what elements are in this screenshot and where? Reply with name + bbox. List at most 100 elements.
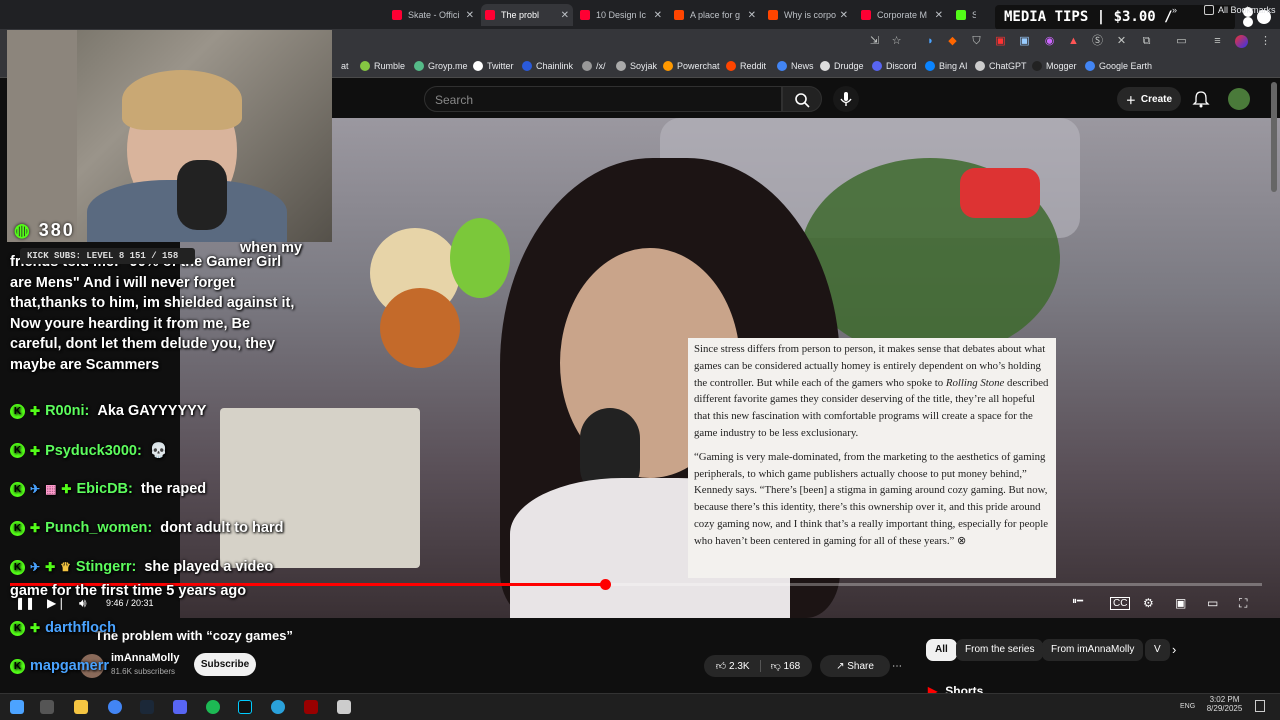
- chat-username[interactable]: Stingerr:: [76, 559, 136, 575]
- share-button[interactable]: ↗ Share: [820, 655, 890, 677]
- task-view-icon[interactable]: [40, 700, 54, 714]
- browser-tab[interactable]: The probl ✕: [481, 4, 573, 26]
- chat-message: K ✈ ▦ ✚ EbicDB: the raped: [10, 481, 206, 497]
- telegram-icon[interactable]: [271, 700, 285, 714]
- dislike-button[interactable]: 👎︎ 168: [761, 660, 801, 672]
- chat-username[interactable]: EbicDB:: [76, 481, 132, 497]
- language-indicator[interactable]: ENG: [1180, 703, 1195, 710]
- browser-tab[interactable]: Skate - Offici ✕: [388, 4, 478, 26]
- page-scrollbar[interactable]: [1271, 82, 1277, 192]
- bookmark-item[interactable]: Soyjak: [616, 61, 657, 71]
- bookmark-label: Discord: [886, 61, 917, 71]
- install-icon[interactable]: ⇲: [868, 35, 881, 48]
- chat-text-line: that,thanks to him, im shielded against …: [10, 295, 295, 311]
- voice-search-button[interactable]: [833, 86, 859, 112]
- chat-badge-icon: ✚: [61, 482, 72, 496]
- extension-icon[interactable]: Ⓢ: [1091, 35, 1104, 48]
- captions-icon[interactable]: CC: [1110, 597, 1131, 610]
- bookmark-item[interactable]: Discord: [872, 61, 917, 71]
- bookmark-item[interactable]: Chainlink: [522, 61, 573, 71]
- chrome-icon[interactable]: [108, 700, 122, 714]
- filter-chip[interactable]: All: [926, 639, 957, 661]
- extension-icon[interactable]: ▲: [1067, 35, 1080, 48]
- taskbar-clock[interactable]: 3:02 PM 8/29/2025: [1202, 695, 1247, 713]
- theater-mode-icon[interactable]: ▭: [1207, 596, 1218, 610]
- filter-chip[interactable]: From imAnnaMolly: [1042, 639, 1144, 661]
- extension-icon[interactable]: ⛉: [970, 35, 983, 48]
- spotify-icon[interactable]: [206, 700, 220, 714]
- bookmarks-overflow-icon[interactable]: »: [1172, 5, 1177, 15]
- bookmark-item[interactable]: Bing AI: [925, 61, 968, 71]
- dislike-count: 168: [783, 661, 801, 672]
- notifications-bell-icon[interactable]: [1192, 90, 1210, 108]
- bookmark-item[interactable]: Mogger: [1032, 61, 1077, 71]
- search-input[interactable]: Search: [424, 86, 782, 112]
- discord-icon[interactable]: [173, 700, 187, 714]
- tab-close-icon[interactable]: ✕: [935, 10, 943, 21]
- tab-close-icon[interactable]: ✕: [654, 10, 662, 21]
- miniplayer-icon[interactable]: ▣: [1175, 596, 1186, 610]
- browser-tab[interactable]: Why is corpo ✕: [764, 4, 852, 26]
- tab-close-icon[interactable]: ✕: [840, 10, 848, 21]
- app-icon[interactable]: [238, 700, 252, 714]
- more-actions-icon[interactable]: ⋯: [886, 655, 908, 677]
- bookmark-item[interactable]: Drudge: [820, 61, 864, 71]
- file-explorer-icon[interactable]: [74, 700, 88, 714]
- side-panel-icon[interactable]: ▭: [1175, 35, 1188, 48]
- autoplay-toggle[interactable]: ⏸︎━: [1072, 596, 1083, 607]
- extension-icon[interactable]: ◆: [946, 35, 959, 48]
- chat-username[interactable]: darthfloch: [45, 620, 116, 636]
- bookmark-item[interactable]: Reddit: [726, 61, 766, 71]
- chat-message: K ✚ Punch_women: dont adult to hard: [10, 520, 283, 536]
- bookmark-item[interactable]: News: [777, 61, 814, 71]
- x-icon[interactable]: ✕: [1115, 35, 1128, 48]
- chat-username[interactable]: Punch_women:: [45, 520, 152, 536]
- tab-close-icon[interactable]: ✕: [466, 10, 474, 21]
- all-bookmarks-link[interactable]: All Bookmarks: [1204, 5, 1276, 15]
- bookmark-item[interactable]: Google Earth: [1085, 61, 1152, 71]
- notification-center-icon[interactable]: [1255, 700, 1265, 712]
- extension-icon[interactable]: ◗: [924, 35, 937, 48]
- bookmark-item[interactable]: Rumble: [360, 61, 405, 71]
- account-avatar[interactable]: [1228, 88, 1250, 110]
- app-icon[interactable]: [337, 700, 351, 714]
- extension-icon[interactable]: ◉: [1043, 35, 1056, 48]
- article-screenshot: Since stress differs from person to pers…: [688, 338, 1056, 578]
- tab-close-icon[interactable]: ✕: [748, 10, 756, 21]
- fullscreen-icon[interactable]: ⛶: [1239, 596, 1247, 611]
- extensions-puzzle-icon[interactable]: ⧉: [1140, 35, 1153, 48]
- bookmark-item[interactable]: Groyp.me: [414, 61, 468, 71]
- browser-tab[interactable]: S: [952, 4, 976, 26]
- chat-username[interactable]: mapgamerr: [30, 658, 109, 674]
- bookmark-item[interactable]: Powerchat: [663, 61, 720, 71]
- profile-avatar[interactable]: [1235, 35, 1248, 48]
- extension-icon[interactable]: ▣: [994, 35, 1007, 48]
- create-label: Create: [1140, 93, 1173, 105]
- tab-close-icon[interactable]: ✕: [561, 10, 569, 21]
- like-button[interactable]: 👍︎ 2.3K: [716, 660, 761, 672]
- steam-icon[interactable]: [140, 700, 154, 714]
- bookmark-item[interactable]: Twitter: [473, 61, 514, 71]
- filter-chip[interactable]: V: [1145, 639, 1170, 661]
- chips-next-icon[interactable]: ›: [1172, 642, 1176, 657]
- app-icon[interactable]: [304, 700, 318, 714]
- bookmark-item[interactable]: at: [341, 61, 349, 71]
- chat-username[interactable]: Psyduck3000:: [45, 443, 142, 459]
- bookmark-item[interactable]: ChatGPT: [975, 61, 1027, 71]
- menu-kebab-icon[interactable]: ⋮: [1259, 35, 1272, 48]
- bookmark-star-icon[interactable]: ☆: [890, 35, 903, 48]
- chat-username[interactable]: R00ni:: [45, 403, 89, 419]
- browser-tab[interactable]: Corporate M ✕: [857, 4, 947, 26]
- extension-icon[interactable]: ▣: [1018, 35, 1031, 48]
- create-button[interactable]: ＋ Create: [1117, 87, 1181, 111]
- settings-gear-icon[interactable]: ⚙: [1143, 596, 1154, 610]
- start-windows-icon[interactable]: [10, 700, 24, 714]
- bookmark-item[interactable]: /x/: [582, 61, 606, 71]
- filter-chip[interactable]: From the series: [956, 639, 1044, 661]
- chat-message: K ✚ R00ni: Aka GAYYYYYY: [10, 403, 206, 419]
- browser-tab[interactable]: A place for g ✕: [670, 4, 760, 26]
- browser-tab[interactable]: 10 Design Ic ✕: [576, 4, 666, 26]
- search-button[interactable]: [782, 86, 822, 112]
- tab-search-icon[interactable]: ≡: [1211, 35, 1224, 48]
- bookmark-label: ChatGPT: [989, 61, 1027, 71]
